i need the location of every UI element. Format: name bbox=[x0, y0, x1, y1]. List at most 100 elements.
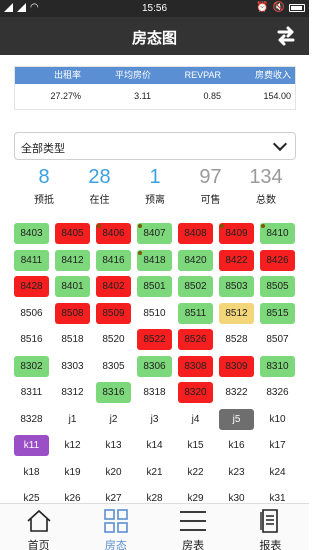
room-cell[interactable]: k25 bbox=[14, 488, 49, 503]
room-cell[interactable]: 8408 bbox=[178, 223, 213, 244]
tab-reports[interactable]: 报表 bbox=[232, 504, 309, 550]
room-cell[interactable]: 8318 bbox=[137, 382, 172, 403]
room-cell[interactable]: 8512 bbox=[219, 302, 254, 324]
room-cell[interactable]: 8306 bbox=[137, 355, 172, 377]
room-cell[interactable]: 8312 bbox=[55, 382, 90, 403]
room-cell[interactable]: 8528 bbox=[219, 329, 254, 350]
room-cell[interactable]: 8409 bbox=[219, 223, 254, 244]
tab-room-status[interactable]: 房态 bbox=[77, 504, 154, 550]
room-cell[interactable]: 8407 bbox=[137, 223, 172, 244]
room-number: k23 bbox=[228, 466, 245, 478]
room-cell[interactable]: 8412 bbox=[55, 249, 90, 271]
room-cell[interactable]: 8410 bbox=[260, 223, 295, 244]
room-cell[interactable]: 8401 bbox=[55, 276, 90, 297]
room-cell[interactable]: k16 bbox=[219, 435, 254, 456]
room-cell[interactable]: k12 bbox=[55, 435, 90, 456]
room-number: 8522 bbox=[143, 334, 166, 345]
room-cell[interactable]: 8506 bbox=[14, 302, 49, 324]
room-cell[interactable]: 8303 bbox=[55, 355, 90, 377]
room-cell[interactable]: j3 bbox=[137, 408, 172, 430]
room-cell[interactable]: 8310 bbox=[260, 355, 295, 377]
room-cell[interactable]: 8406 bbox=[96, 223, 131, 244]
room-cell[interactable]: 8326 bbox=[260, 382, 295, 403]
room-cell[interactable]: 8322 bbox=[219, 382, 254, 403]
stats-value-revpar: 0.85 bbox=[203, 91, 221, 101]
room-cell[interactable]: k30 bbox=[219, 488, 254, 503]
room-cell[interactable]: k24 bbox=[260, 461, 295, 483]
room-cell[interactable]: j4 bbox=[178, 408, 213, 430]
room-number: k31 bbox=[269, 493, 286, 503]
count-in-house[interactable]: 28 在住 bbox=[76, 166, 124, 208]
room-number: k28 bbox=[146, 493, 163, 503]
room-cell[interactable]: k17 bbox=[260, 435, 295, 456]
room-cell[interactable]: 8505 bbox=[260, 276, 295, 297]
room-cell[interactable]: 8416 bbox=[96, 249, 131, 271]
room-cell[interactable]: 8403 bbox=[14, 223, 49, 244]
count-departing[interactable]: 1 预离 bbox=[131, 166, 179, 208]
room-cell[interactable]: 8507 bbox=[260, 329, 295, 350]
room-cell[interactable]: k11 bbox=[14, 435, 49, 456]
room-marker-dot bbox=[261, 224, 265, 228]
room-cell[interactable]: k28 bbox=[137, 488, 172, 503]
room-cell[interactable]: 8516 bbox=[14, 329, 49, 350]
room-number: k27 bbox=[105, 493, 122, 503]
room-cell[interactable]: 8520 bbox=[96, 329, 131, 350]
room-cell[interactable]: k20 bbox=[96, 461, 131, 483]
room-cell[interactable]: 8402 bbox=[96, 276, 131, 297]
room-cell[interactable]: 8518 bbox=[55, 329, 90, 350]
room-cell[interactable]: 8509 bbox=[96, 302, 131, 324]
room-cell[interactable]: k23 bbox=[219, 461, 254, 483]
swap-arrows-icon[interactable] bbox=[273, 23, 299, 49]
room-cell[interactable]: k18 bbox=[14, 461, 49, 483]
room-cell[interactable]: 8316 bbox=[96, 382, 131, 403]
room-cell[interactable]: j2 bbox=[96, 408, 131, 430]
room-cell[interactable]: 8515 bbox=[260, 302, 295, 324]
room-marker-dot bbox=[138, 250, 142, 255]
room-cell[interactable]: k19 bbox=[55, 461, 90, 483]
room-cell[interactable]: k15 bbox=[178, 435, 213, 456]
room-cell[interactable]: 8311 bbox=[14, 382, 49, 403]
room-cell[interactable]: k27 bbox=[96, 488, 131, 503]
room-cell[interactable]: 8511 bbox=[178, 302, 213, 324]
room-cell[interactable]: j5 bbox=[219, 408, 254, 430]
room-number: 8406 bbox=[102, 228, 125, 239]
room-cell[interactable]: k26 bbox=[55, 488, 90, 503]
room-cell[interactable]: 8522 bbox=[137, 329, 172, 350]
count-in-house-value: 28 bbox=[88, 166, 111, 188]
room-cell[interactable]: 8305 bbox=[96, 355, 131, 377]
room-number: j4 bbox=[191, 413, 200, 425]
room-cell[interactable]: 8320 bbox=[178, 382, 213, 403]
room-cell[interactable]: 8309 bbox=[219, 355, 254, 377]
room-cell[interactable]: 8503 bbox=[219, 276, 254, 297]
room-cell[interactable]: 8526 bbox=[178, 329, 213, 350]
room-cell[interactable]: k22 bbox=[178, 461, 213, 483]
room-cell[interactable]: 8501 bbox=[137, 276, 172, 297]
room-cell[interactable]: k10 bbox=[260, 408, 295, 430]
room-cell[interactable]: k31 bbox=[260, 488, 295, 503]
room-cell[interactable]: 8502 bbox=[178, 276, 213, 297]
room-cell[interactable]: 8422 bbox=[219, 249, 254, 271]
room-cell[interactable]: 8418 bbox=[137, 249, 172, 271]
room-cell[interactable]: k14 bbox=[137, 435, 172, 456]
tab-room-table[interactable]: 房表 bbox=[155, 504, 232, 550]
room-cell[interactable]: 8508 bbox=[55, 302, 90, 324]
room-cell[interactable]: k29 bbox=[178, 488, 213, 503]
room-cell[interactable]: 8420 bbox=[178, 249, 213, 271]
room-number: 8311 bbox=[20, 387, 43, 398]
room-cell[interactable]: 8328 bbox=[14, 408, 49, 430]
room-cell[interactable]: 8405 bbox=[55, 223, 90, 244]
room-cell[interactable]: k13 bbox=[96, 435, 131, 456]
room-type-select[interactable]: 全部类型 bbox=[14, 132, 296, 160]
room-cell[interactable]: 8411 bbox=[14, 249, 49, 271]
room-cell[interactable]: k21 bbox=[137, 461, 172, 483]
room-cell[interactable]: 8426 bbox=[260, 249, 295, 271]
room-cell[interactable]: 8302 bbox=[14, 355, 49, 377]
room-cell[interactable]: 8510 bbox=[137, 302, 172, 324]
tab-home[interactable]: 首页 bbox=[0, 504, 77, 550]
room-cell[interactable]: 8428 bbox=[14, 276, 49, 297]
count-arriving[interactable]: 8 预抵 bbox=[20, 166, 68, 208]
count-total[interactable]: 134 总数 bbox=[242, 166, 290, 208]
room-cell[interactable]: 8308 bbox=[178, 355, 213, 377]
count-available[interactable]: 97 可售 bbox=[187, 166, 235, 208]
room-cell[interactable]: j1 bbox=[55, 408, 90, 430]
